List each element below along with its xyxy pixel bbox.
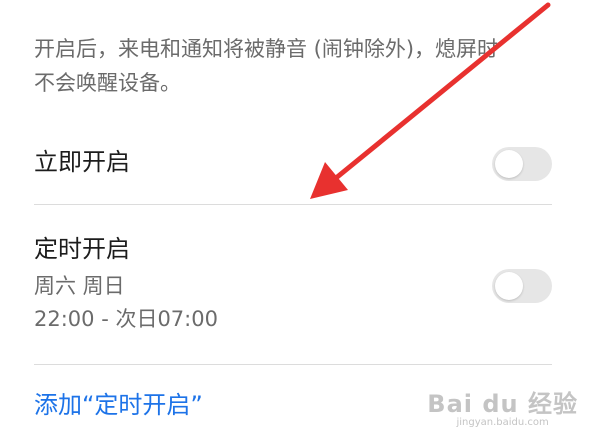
do-not-disturb-settings: 开启后，来电和通知将被静音 (闹钟除外)，熄屏时 不会唤醒设备。 立即开启 定时… [0,0,598,435]
annotation-arrow-icon [310,2,551,199]
